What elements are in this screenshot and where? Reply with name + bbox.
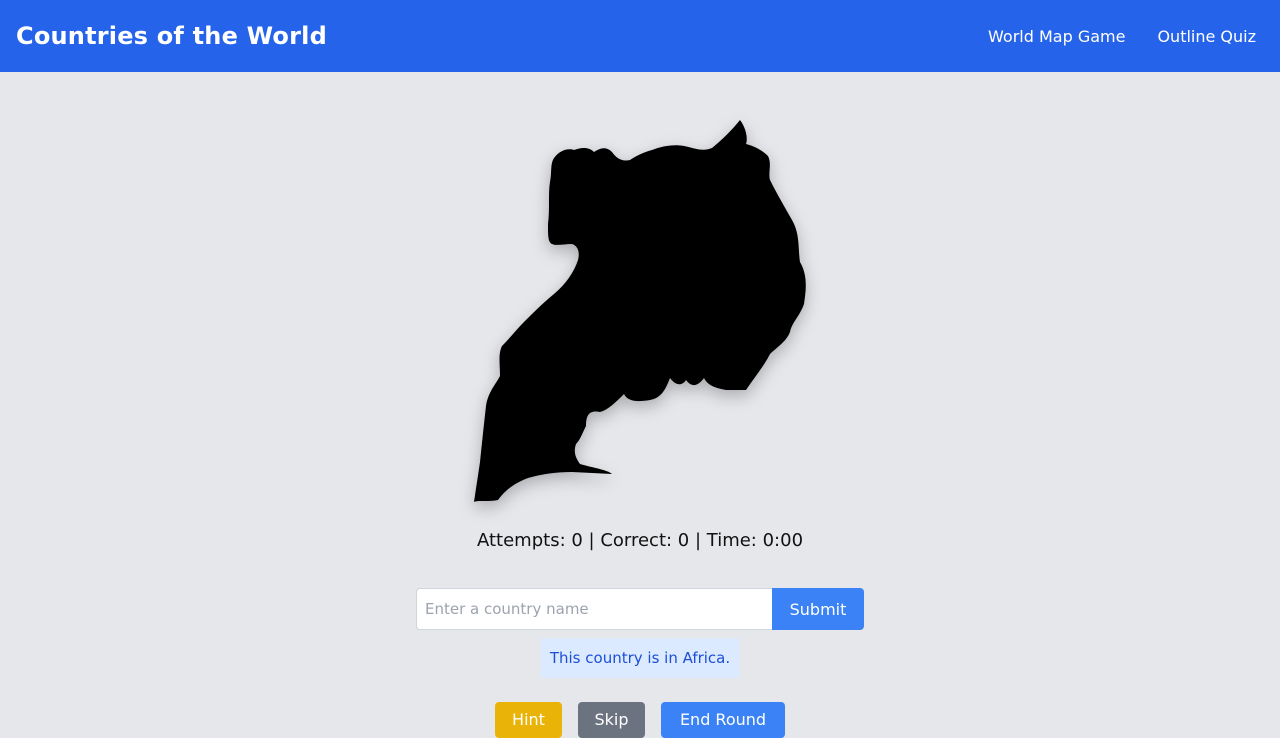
nav-link-outline-quiz[interactable]: Outline Quiz [1157, 27, 1256, 46]
quiz-stats: Attempts: 0 | Correct: 0 | Time: 0:00 [476, 530, 804, 551]
country-outline [474, 120, 806, 502]
quiz-actions: Hint Skip End Round [495, 702, 785, 738]
skip-button[interactable]: Skip [578, 702, 645, 738]
navbar: Countries of the World World Map Game Ou… [0, 0, 1280, 72]
site-title[interactable]: Countries of the World [16, 22, 327, 50]
guess-form: Submit [416, 588, 864, 630]
end-round-button[interactable]: End Round [661, 702, 785, 738]
country-outline-container [470, 116, 810, 508]
hint-button[interactable]: Hint [495, 702, 562, 738]
nav-links: World Map Game Outline Quiz [988, 27, 1256, 46]
hint-message: This country is in Africa. [540, 638, 740, 678]
nav-link-world-map-game[interactable]: World Map Game [988, 27, 1125, 46]
country-name-input[interactable] [416, 588, 772, 630]
submit-button[interactable]: Submit [772, 588, 864, 630]
